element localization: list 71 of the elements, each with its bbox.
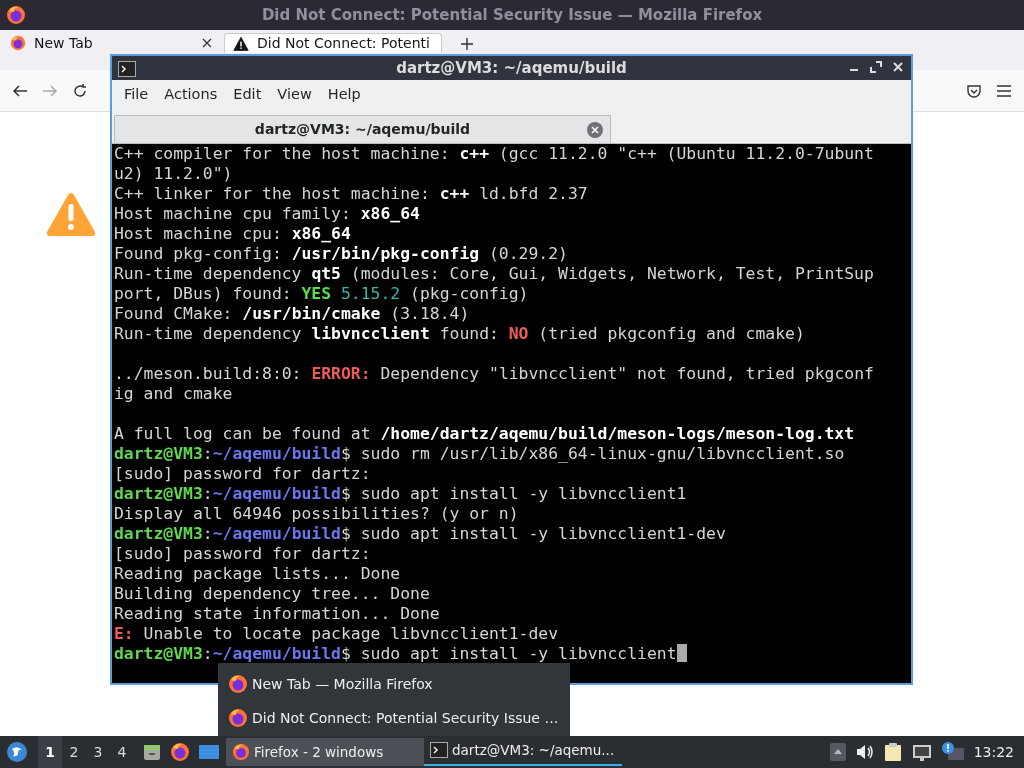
terminal-line: Display all 64946 possibilities? (y or n) xyxy=(114,504,520,524)
menu-item[interactable]: New Tab — Mozilla Firefox xyxy=(218,667,570,701)
terminal-line: ../meson.build:8:0: ERROR: Dependency "libvncclient" not found, tried pkgconf xyxy=(114,364,875,384)
firefox-icon xyxy=(6,5,26,25)
terminal-line: C++ compiler for the host machine: c++ (gcc 11.2.0 "c++ (Ubuntu 11.2.0-7ubunt xyxy=(114,144,875,164)
terminal-line: C++ linker for the host machine: c++ ld.bfd 2.37 xyxy=(114,184,589,204)
warning-icon xyxy=(45,190,97,238)
terminal-line: port, DBus) found: YES 5.15.2 (pkg-config) xyxy=(114,284,530,304)
warning-icon xyxy=(233,35,249,52)
terminal-line: Run-time dependency libvncclient found: NO (tried pkgconfig and cmake) xyxy=(114,324,806,344)
network-icon[interactable] xyxy=(911,743,932,761)
terminal-line: A full log can be found at /home/dartz/aqemu/build/meson-logs/meson-log.txt xyxy=(114,424,856,444)
clipboard-icon[interactable] xyxy=(883,742,902,762)
terminal-line: Run-time dependency qt5 (modules: Core, Gui, Widgets, Network, Test, PrintSup xyxy=(114,264,875,284)
terminal-line: Found pkg-config: /usr/bin/pkg-config (0.29.2) xyxy=(114,244,569,264)
terminal-line: dartz@VM3:~/aqemu/build$ sudo apt install -y libvncclient1-dev xyxy=(114,524,727,544)
firefox-icon xyxy=(228,708,248,728)
firefox-icon xyxy=(10,35,26,51)
firefox-icon xyxy=(232,743,250,761)
workspace-button[interactable]: 2 xyxy=(62,736,86,768)
menu-item[interactable]: View xyxy=(269,84,320,106)
terminal-tab[interactable]: dartz@VM3: ~/aqemu/build xyxy=(114,115,611,143)
taskbar-button[interactable]: dartz@VM3: ~/aqemu... xyxy=(424,738,622,766)
menu-item[interactable]: Edit xyxy=(225,84,270,106)
clock[interactable]: 13:22 xyxy=(973,741,1014,763)
terminal-line: u2) 11.2.0") xyxy=(114,164,234,184)
menu-item[interactable]: Help xyxy=(319,84,369,106)
firefox-icon xyxy=(170,742,190,762)
browser-tab[interactable]: New Tab xyxy=(2,33,220,53)
terminal-line: Host machine cpu: x86_64 xyxy=(114,224,352,244)
tray-expand-icon[interactable] xyxy=(829,743,846,761)
firefox-icon xyxy=(228,674,248,694)
terminal-line: dartz@VM3:~/aqemu/build$ sudo rm /usr/lib/x86_64-linux-gnu/libvncclient.so xyxy=(114,444,846,464)
terminal-line: Host machine cpu family: x86_64 xyxy=(114,204,421,224)
terminal-line: dartz@VM3:~/aqemu/build$ sudo apt install -y libvncclient xyxy=(114,644,909,664)
menu-icon[interactable] xyxy=(996,83,1012,98)
menu-item[interactable]: File xyxy=(116,84,157,106)
taskbar-button[interactable]: Firefox - 2 windows xyxy=(226,738,424,766)
text-cursor xyxy=(676,644,687,662)
desktop-icon[interactable] xyxy=(198,743,220,761)
close-icon[interactable] xyxy=(202,38,212,48)
terminal-line: E: Unable to locate package libvncclient1-dev xyxy=(114,624,560,644)
volume-icon[interactable] xyxy=(855,744,874,760)
terminal-line: [sudo] password for dartz: xyxy=(114,544,372,564)
terminal-line: dartz@VM3:~/aqemu/build$ sudo apt install -y libvncclient1 xyxy=(114,484,688,504)
start-menu-icon[interactable] xyxy=(6,741,28,763)
workspace-button[interactable]: 4 xyxy=(110,736,134,768)
terminal-line: Reading state information... Done xyxy=(114,604,441,624)
window-title: dartz@VM3: ~/aqemu/build xyxy=(396,57,627,79)
browser-tab[interactable]: Did Not Connect: Potenti xyxy=(224,33,442,53)
menu-item[interactable]: Did Not Connect: Potential Security Issue … xyxy=(218,701,570,735)
terminal-icon xyxy=(430,742,448,758)
reload-icon[interactable] xyxy=(72,82,88,99)
terminal-line: Reading package lists... Done xyxy=(114,564,402,584)
terminal-line: Found CMake: /usr/bin/cmake (3.18.4) xyxy=(114,304,471,324)
close-icon[interactable] xyxy=(586,121,604,139)
new-tab-icon[interactable] xyxy=(460,37,474,51)
workspace-button[interactable]: 1 xyxy=(38,736,62,768)
terminal-line: Building dependency tree... Done xyxy=(114,584,431,604)
workspace-button[interactable]: 3 xyxy=(86,736,110,768)
terminal-icon xyxy=(118,61,136,77)
maximize-icon[interactable] xyxy=(869,60,883,74)
pocket-icon[interactable] xyxy=(966,82,982,99)
back-icon[interactable] xyxy=(12,82,28,99)
close-icon[interactable] xyxy=(891,60,905,74)
terminal-line: ig and cmake xyxy=(114,384,234,404)
terminal-line: [sudo] password for dartz: xyxy=(114,464,372,484)
notification-icon[interactable] xyxy=(941,742,964,762)
window-title: Did Not Connect: Potential Security Issue — Mozilla Firefox xyxy=(261,4,763,26)
file-manager-icon[interactable] xyxy=(142,742,162,762)
menu-item[interactable]: Actions xyxy=(156,84,226,106)
